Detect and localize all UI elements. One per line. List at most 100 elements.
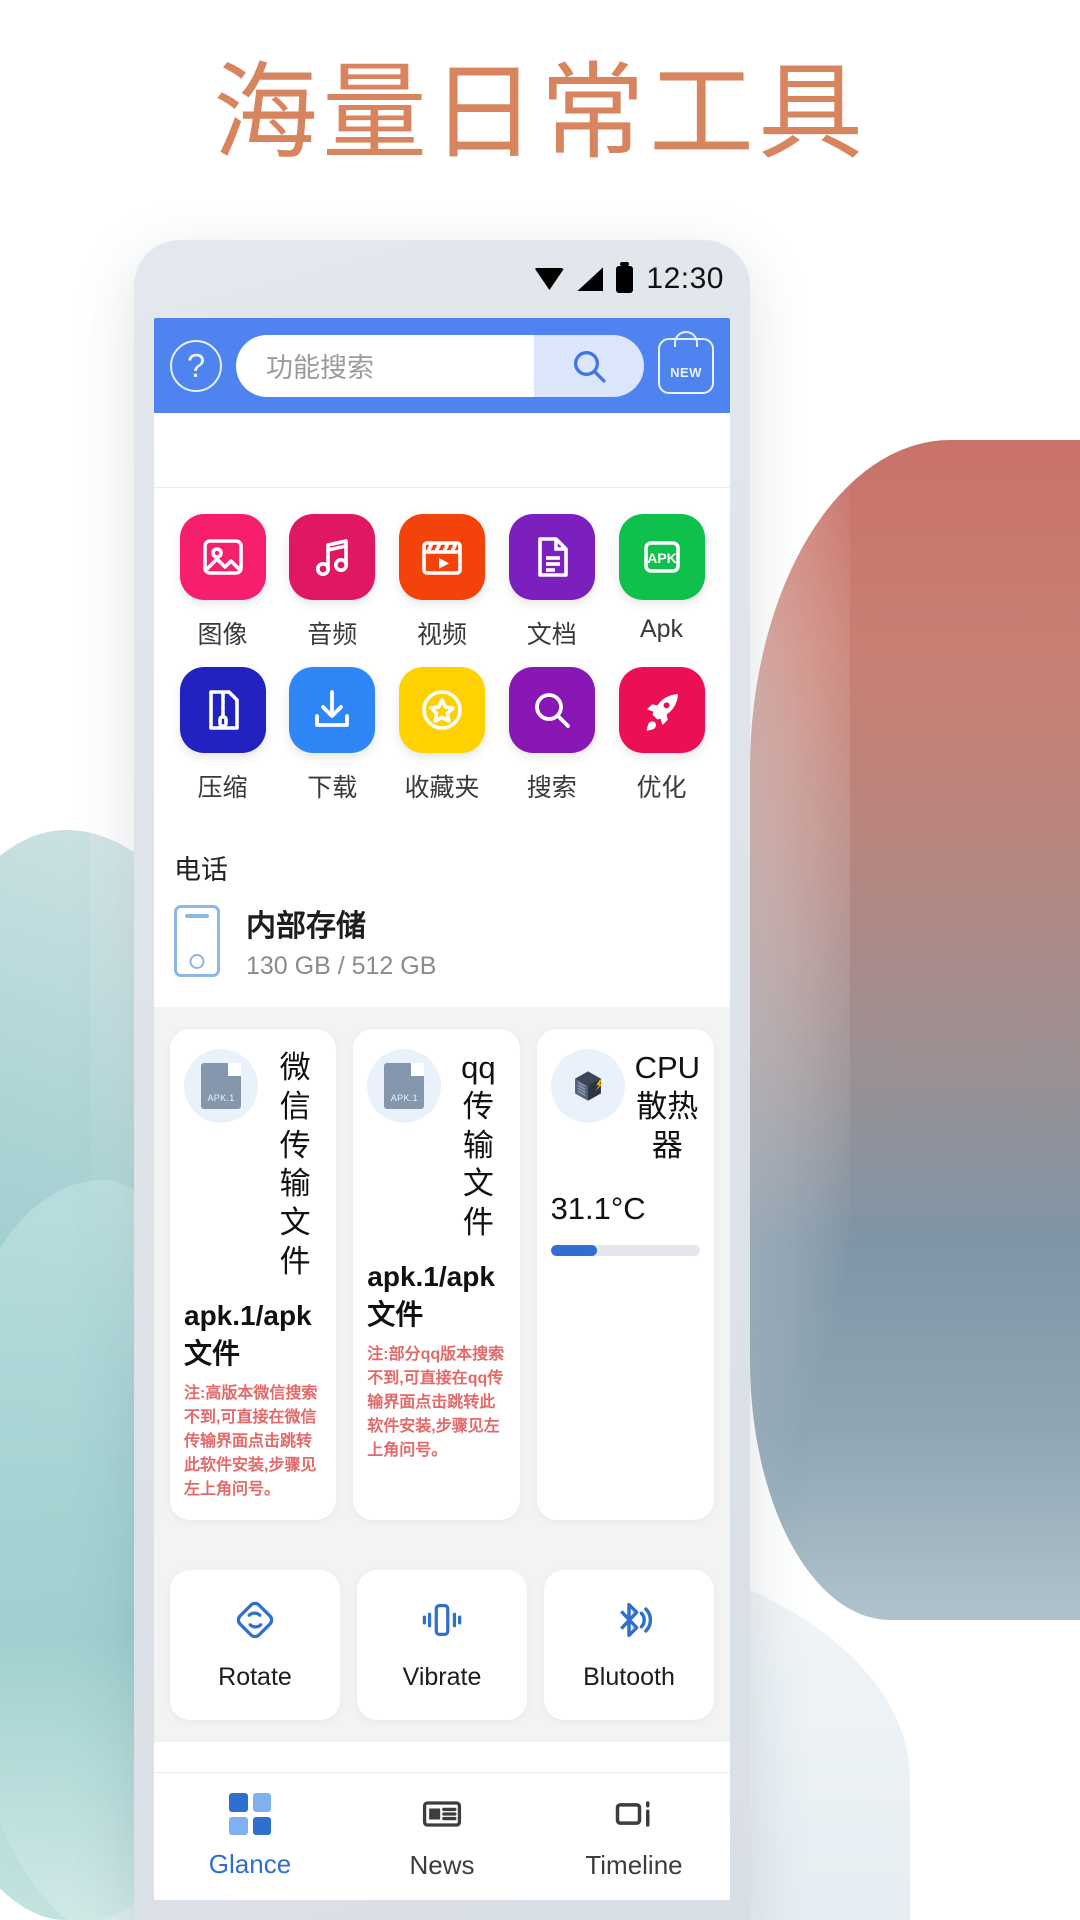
tile-label: 收藏夹 — [404, 774, 480, 802]
tile-label: Apk — [639, 615, 684, 643]
search-icon — [508, 667, 595, 753]
shopping-bag-icon[interactable]: NEW — [658, 330, 714, 394]
cpu-progress-fill — [550, 1245, 597, 1257]
star-icon — [399, 667, 485, 753]
apk-file-icon: APK.1 — [184, 1049, 258, 1123]
cards-row: APK.1 微信传输文件 apk.1/apk文件 注:高版本微信搜索不到,可直接… — [170, 1029, 715, 1520]
apk-badge-text: APK.1 — [390, 1093, 418, 1103]
tile-label: 下载 — [307, 774, 358, 802]
apk-file-icon: APK.1 — [367, 1049, 442, 1123]
toggles-area: Rotate Vibrate Blutooth — [154, 1529, 730, 1742]
function-grid: 图像 音频 视频 文档 APK Apk 压缩 下载 收藏夹 搜索 优化 — [154, 488, 730, 826]
internal-storage-row[interactable]: 内部存储 130 GB / 512 GB — [154, 893, 730, 1007]
status-bar: 12:30 — [134, 240, 750, 318]
tile-video[interactable]: 视频 — [390, 514, 495, 651]
storage-text-block: 内部存储 130 GB / 512 GB — [246, 901, 436, 981]
nav-item-timeline[interactable]: Timeline — [538, 1792, 730, 1881]
battery-icon — [616, 261, 634, 293]
search-bar[interactable]: 功能搜索 — [236, 334, 644, 397]
tile-label: 图像 — [197, 621, 248, 649]
card-title: CPU散热器 — [634, 1050, 701, 1163]
wifi-icon — [534, 268, 565, 290]
question-mark-icon[interactable]: ? — [170, 339, 222, 392]
svg-text:APK: APK — [647, 550, 677, 566]
tile-label: 搜索 — [526, 774, 577, 802]
toggle-rotate[interactable]: Rotate — [170, 1569, 340, 1720]
news-icon — [422, 1801, 462, 1827]
nav-label: Timeline — [585, 1850, 683, 1880]
toggle-vibrate[interactable]: Vibrate — [357, 1569, 527, 1720]
toggle-label: Vibrate — [402, 1663, 482, 1691]
toggle-label: Blutooth — [583, 1663, 675, 1691]
cpu-server-icon — [574, 1071, 603, 1101]
tile-search[interactable]: 搜索 — [499, 667, 604, 804]
cards-area: APK.1 微信传输文件 apk.1/apk文件 注:高版本微信搜索不到,可直接… — [154, 1007, 730, 1530]
storage-name: 内部存储 — [246, 910, 366, 943]
card-header: APK.1 微信传输文件 — [184, 1049, 322, 1282]
rocket-icon — [618, 667, 705, 753]
download-icon — [289, 667, 376, 753]
rotate-icon — [236, 1601, 274, 1639]
card-subtitle: apk.1/apk文件 — [367, 1260, 495, 1330]
card-title: 微信传输文件 — [279, 1050, 311, 1279]
card-cpu-cooler[interactable]: CPU散热器 31.1°C — [536, 1029, 715, 1520]
search-icon — [574, 350, 606, 383]
nav-item-news[interactable]: News — [346, 1792, 538, 1881]
timeline-icon — [615, 1801, 650, 1827]
phone-mockup: 12:30 ? 功能搜索 NEW 图像 音频 视频 文档 APK Apk 压缩 … — [134, 240, 750, 1920]
tile-label: 压缩 — [197, 774, 248, 802]
tile-document[interactable]: 文档 — [499, 514, 604, 651]
glance-grid-icon — [229, 1793, 271, 1835]
card-wechat-transfer[interactable]: APK.1 微信传输文件 apk.1/apk文件 注:高版本微信搜索不到,可直接… — [170, 1029, 337, 1520]
tile-label: 文档 — [526, 621, 577, 649]
app-header: ? 功能搜索 NEW — [154, 318, 730, 413]
tile-download[interactable]: 下载 — [280, 667, 385, 804]
signal-icon — [577, 267, 604, 291]
phone-device-icon — [174, 905, 220, 977]
tile-image[interactable]: 图像 — [170, 514, 275, 651]
tile-label: 音频 — [307, 621, 358, 649]
video-icon — [399, 514, 485, 600]
search-input[interactable]: 功能搜索 — [236, 334, 534, 397]
tile-apk[interactable]: APK Apk — [609, 514, 714, 651]
tile-audio[interactable]: 音频 — [280, 514, 385, 651]
card-note: 注:高版本微信搜索不到,可直接在微信传输界面点击跳转此软件安装,步骤见左上角问号… — [184, 1384, 318, 1498]
document-icon — [508, 514, 595, 600]
toggles-row: Rotate Vibrate Blutooth — [170, 1569, 714, 1720]
card-title: qq传输文件 — [461, 1050, 496, 1240]
nav-label: News — [409, 1850, 475, 1880]
header-spacer — [154, 413, 730, 488]
apk-icon: APK — [618, 514, 705, 600]
storage-usage: 130 GB / 512 GB — [246, 952, 437, 980]
image-icon — [179, 514, 266, 600]
zip-icon — [179, 667, 266, 753]
card-header: APK.1 qq传输文件 — [367, 1049, 505, 1243]
vibrate-icon — [422, 1603, 462, 1637]
card-qq-transfer[interactable]: APK.1 qq传输文件 apk.1/apk文件 注:部分qq版本搜索不到,可直… — [353, 1029, 520, 1520]
bottom-navigation: Glance News Timeline — [154, 1772, 730, 1900]
tile-favorites[interactable]: 收藏夹 — [390, 667, 495, 804]
tile-optimize[interactable]: 优化 — [609, 667, 714, 804]
bag-handle — [674, 330, 698, 347]
toggle-bluetooth[interactable]: Blutooth — [544, 1569, 714, 1720]
tile-zip[interactable]: 压缩 — [170, 667, 275, 804]
phone-screen: ? 功能搜索 NEW 图像 音频 视频 文档 APK Apk 压缩 下载 收藏夹… — [154, 318, 730, 1900]
function-grid-row-1: 图像 音频 视频 文档 APK Apk — [170, 514, 714, 651]
music-icon — [289, 514, 376, 600]
cpu-icon — [550, 1049, 625, 1123]
tile-label: 视频 — [416, 621, 467, 649]
page-headline: 海量日常工具 — [212, 52, 867, 174]
status-bar-time: 12:30 — [646, 262, 724, 295]
card-note: 注:部分qq版本搜索不到,可直接在qq传输界面点击跳转此软件安装,步骤见左上角问… — [367, 1345, 505, 1459]
nav-item-glance[interactable]: Glance — [154, 1793, 346, 1880]
bag-new-label: NEW — [670, 364, 702, 380]
section-title-phone: 电话 — [174, 855, 228, 885]
nav-label: Glance — [208, 1849, 292, 1879]
apk-badge-text: APK.1 — [207, 1093, 235, 1103]
apk-doc-shape: APK.1 — [201, 1063, 241, 1109]
tile-label: 优化 — [636, 774, 687, 802]
search-button[interactable] — [534, 334, 644, 397]
cpu-temperature: 31.1°C — [550, 1191, 646, 1227]
apk-doc-shape: APK.1 — [384, 1063, 425, 1109]
card-header: CPU散热器 — [550, 1049, 701, 1165]
